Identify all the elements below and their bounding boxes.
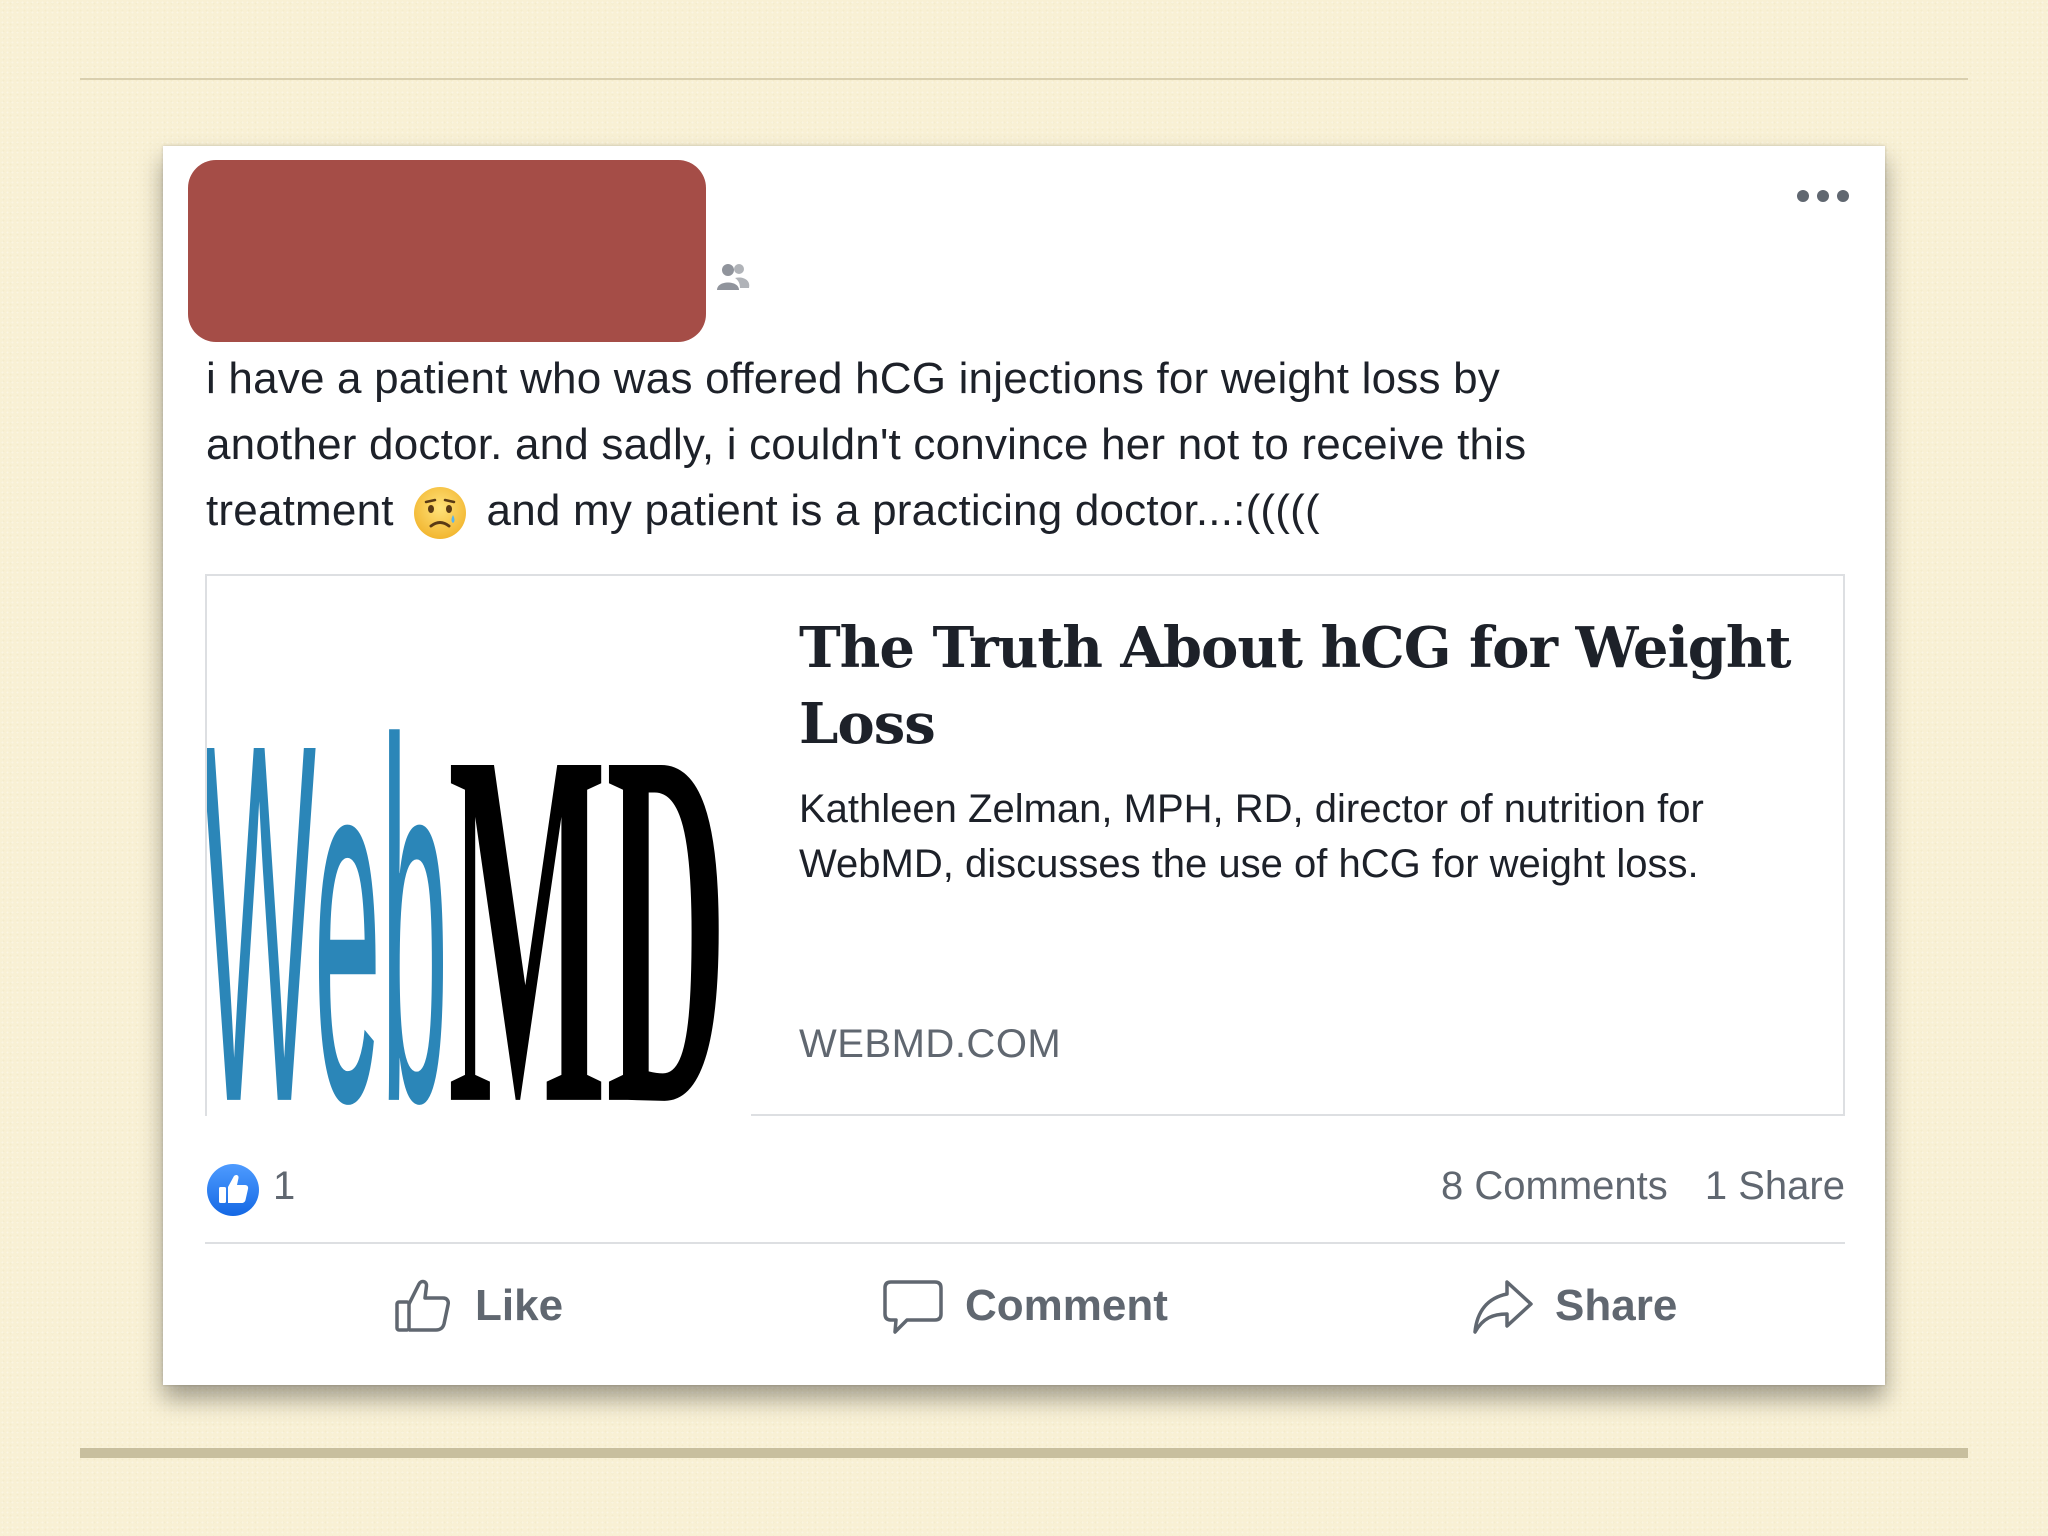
link-domain: WEBMD.COM [799, 1022, 1062, 1066]
facebook-post-card: i have a patient who was offered hCG inj… [163, 146, 1885, 1385]
like-button[interactable]: Like [391, 1270, 563, 1342]
webmd-logo-thumbnail: Web MD [207, 576, 751, 1116]
thumbs-up-icon [395, 1279, 450, 1332]
top-divider-line [80, 78, 1968, 80]
share-arrow-icon [1473, 1280, 1533, 1334]
redacted-author-block [188, 160, 706, 342]
link-description: Kathleen Zelman, MPH, RD, director of nu… [799, 787, 1704, 886]
like-button-label: Like [475, 1281, 564, 1330]
like-count[interactable]: 1 [273, 1164, 295, 1209]
post-message: i have a patient who was offered hCG inj… [206, 346, 1826, 544]
post-text-line-1: i have a patient who was offered hCG inj… [206, 354, 1500, 403]
share-button-label: Share [1555, 1281, 1678, 1330]
post-text-segment: and my patient is a practicing doctor...… [486, 486, 1320, 535]
friends-icon[interactable] [713, 258, 753, 298]
sad-face-emoji-icon [414, 487, 467, 539]
post-text-line-3: treatment and my patient is a practicing… [206, 478, 1826, 544]
comment-button[interactable]: Comment [881, 1270, 1168, 1342]
more-options-icon[interactable] [1793, 184, 1853, 208]
comments-count-link[interactable]: 8 Comments [1441, 1164, 1668, 1208]
speech-bubble-icon [883, 1280, 943, 1334]
bottom-divider-bar [80, 1448, 1968, 1458]
actions-divider [205, 1242, 1845, 1244]
thumbnail-logo-text-black: MD [448, 644, 727, 1116]
like-reaction-icon[interactable] [205, 1162, 261, 1218]
thumbnail-logo-text-blue: Web [207, 637, 448, 1116]
share-button[interactable]: Share [1471, 1270, 1677, 1342]
post-text-segment: treatment [206, 486, 394, 535]
link-title[interactable]: The Truth About hCG for Weight Loss [799, 610, 1799, 762]
shares-count-link[interactable]: 1 Share [1705, 1164, 1845, 1208]
post-text-line-2: another doctor. and sadly, i couldn't co… [206, 420, 1527, 469]
comment-button-label: Comment [965, 1281, 1168, 1330]
engagement-stats: 8 Comments 1 Share [1441, 1164, 1845, 1209]
link-preview-card[interactable]: Web MD The Truth About hCG for Weight Lo… [205, 574, 1845, 1116]
